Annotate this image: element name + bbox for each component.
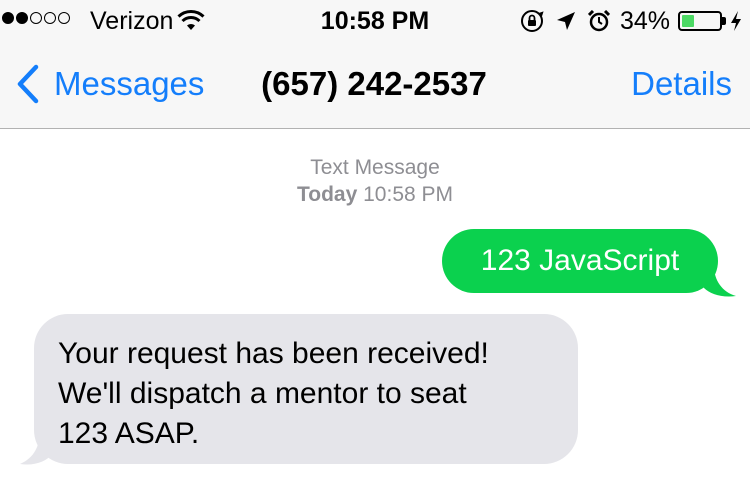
messages-screen: Verizon 10:58 PM 34% Messages (657) 242-…: [0, 0, 750, 504]
status-icons: 34%: [520, 7, 743, 35]
top-chrome: Verizon 10:58 PM 34% Messages (657) 242-…: [0, 0, 750, 129]
battery-percentage: 34%: [620, 7, 671, 35]
status-bar: Verizon 10:58 PM 34%: [0, 0, 750, 40]
navigation-bar: Messages (657) 242-2537 Details: [0, 40, 750, 128]
back-button[interactable]: Messages: [16, 64, 204, 104]
day-label: Today: [296, 183, 358, 206]
timestamp-line: Today 10:58 PM: [0, 181, 750, 208]
service-label: Text Message: [310, 156, 440, 179]
battery-level-fill: [682, 15, 695, 27]
alarm-clock-icon: [588, 10, 610, 32]
contact-phone-number: (657) 242-2537: [261, 65, 487, 102]
details-button[interactable]: Details: [631, 64, 732, 104]
location-arrow-icon: [557, 12, 575, 30]
battery-tip: [722, 17, 727, 25]
orientation-lock-icon: [521, 10, 544, 32]
incoming-message-bubble[interactable]: Your request has been received! We'll di…: [34, 314, 578, 464]
message-timestamp-header: Text Message Today 10:58 PM: [0, 154, 750, 208]
back-button-label: Messages: [54, 65, 205, 102]
outgoing-message-bubble[interactable]: 123 JavaScript: [442, 229, 718, 293]
bolt-icon: [731, 11, 742, 31]
chevron-left-icon: [17, 64, 39, 104]
time-label: 10:58 PM: [363, 183, 454, 206]
battery-icon: [678, 11, 723, 31]
